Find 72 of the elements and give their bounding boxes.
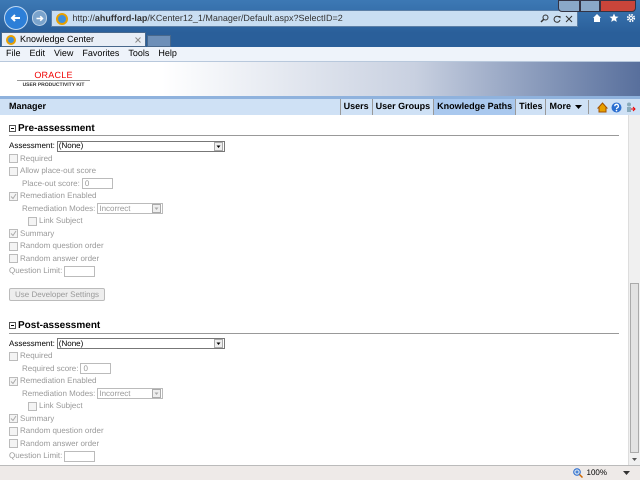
caret-icon <box>214 142 223 151</box>
caret-icon <box>152 389 162 398</box>
checkbox-label: Random question order <box>20 240 104 252</box>
checkbox-label: Required <box>20 350 52 362</box>
address-field[interactable]: http://ahufford-lap/KCenter12_1/Manager/Default.aspx?SelectID=2 <box>51 10 578 27</box>
tab-title[interactable]: Knowledge Center <box>20 32 131 46</box>
forward-arrow-icon <box>34 14 44 22</box>
caret-icon <box>152 204 162 214</box>
menu-item[interactable]: View <box>54 47 74 61</box>
help-icon[interactable] <box>611 102 622 112</box>
logo-text: ORACLE <box>34 70 73 80</box>
scrollbar-thumb[interactable] <box>630 283 639 453</box>
home-icon[interactable] <box>597 102 608 112</box>
caret-icon[interactable] <box>623 471 630 475</box>
checkbox-label: Random answer order <box>20 252 100 265</box>
nav-tab[interactable]: Users <box>340 99 372 115</box>
back-arrow-icon <box>10 12 22 24</box>
minimize-button[interactable] <box>558 0 580 12</box>
zoom-icon <box>572 468 583 478</box>
field-label: Assessment: <box>9 140 55 152</box>
star-icon[interactable] <box>609 13 619 23</box>
field-label: Question Limit: <box>9 265 62 278</box>
home-icon[interactable] <box>592 13 602 23</box>
caret-icon <box>575 105 582 109</box>
menu-item[interactable]: Tools <box>128 47 150 61</box>
zoom-level: 100% <box>586 467 607 479</box>
browser-tab[interactable]: Knowledge Center <box>1 32 146 47</box>
field-label: Remediation Modes: <box>22 202 96 215</box>
url-text: http://ahufford-lap/KCenter12_1/Manager/Default.aspx?SelectID=2 <box>72 12 344 25</box>
menu-item[interactable]: Help <box>158 47 177 61</box>
collapse-icon[interactable] <box>9 124 16 132</box>
checkbox-label: Summary <box>20 228 54 240</box>
nav-tab[interactable]: More <box>545 99 585 115</box>
checkbox-label: Random question order <box>20 425 104 438</box>
checkbox-label: Remediation Enabled <box>20 375 96 388</box>
nav-tab[interactable]: Titles <box>515 99 546 115</box>
checkbox-label: Summary <box>20 412 54 425</box>
settings-icon[interactable] <box>626 13 636 23</box>
field-label: Question Limit: <box>9 450 62 462</box>
dropdown[interactable]: (None) <box>56 140 225 152</box>
checkbox-label: Remediation Enabled <box>20 190 96 202</box>
close-tab-icon[interactable] <box>135 36 141 42</box>
close-button[interactable] <box>600 0 636 12</box>
field-label: Assessment: <box>9 338 55 350</box>
field-label: Remediation Modes: <box>22 388 96 400</box>
menu-item[interactable]: File <box>6 47 21 61</box>
checkbox-label: Required <box>20 152 52 165</box>
new-tab-button[interactable] <box>147 35 171 47</box>
search-icon[interactable] <box>540 14 549 23</box>
section-heading: Post-assessment <box>18 319 100 333</box>
logout-icon[interactable] <box>625 102 636 112</box>
checkbox-label: Link Subject <box>39 215 83 228</box>
browser-logo-icon <box>56 12 68 24</box>
caret-icon <box>214 339 223 348</box>
menu-item[interactable]: Favorites <box>82 47 120 61</box>
browser-logo-icon <box>6 34 16 44</box>
menu-item[interactable]: Edit <box>30 47 46 61</box>
checkbox-label: Link Subject <box>39 400 83 412</box>
back-button[interactable] <box>4 6 28 30</box>
section-heading: Pre-assessment <box>18 122 95 136</box>
field-label: Required score: <box>22 362 78 375</box>
close-icon[interactable] <box>565 14 573 22</box>
field-label: Place-out score: <box>22 178 80 190</box>
restore-button[interactable] <box>580 0 600 12</box>
nav-tab[interactable]: Knowledge Paths <box>433 99 516 115</box>
page-title: Manager <box>9 100 46 114</box>
checkbox-label: Random answer order <box>20 438 100 450</box>
checkbox-label: Allow place-out score <box>20 165 96 178</box>
refresh-icon[interactable] <box>553 14 561 22</box>
collapse-icon[interactable] <box>9 322 16 329</box>
dropdown[interactable]: (None) <box>56 338 225 350</box>
forward-button[interactable] <box>32 10 48 26</box>
